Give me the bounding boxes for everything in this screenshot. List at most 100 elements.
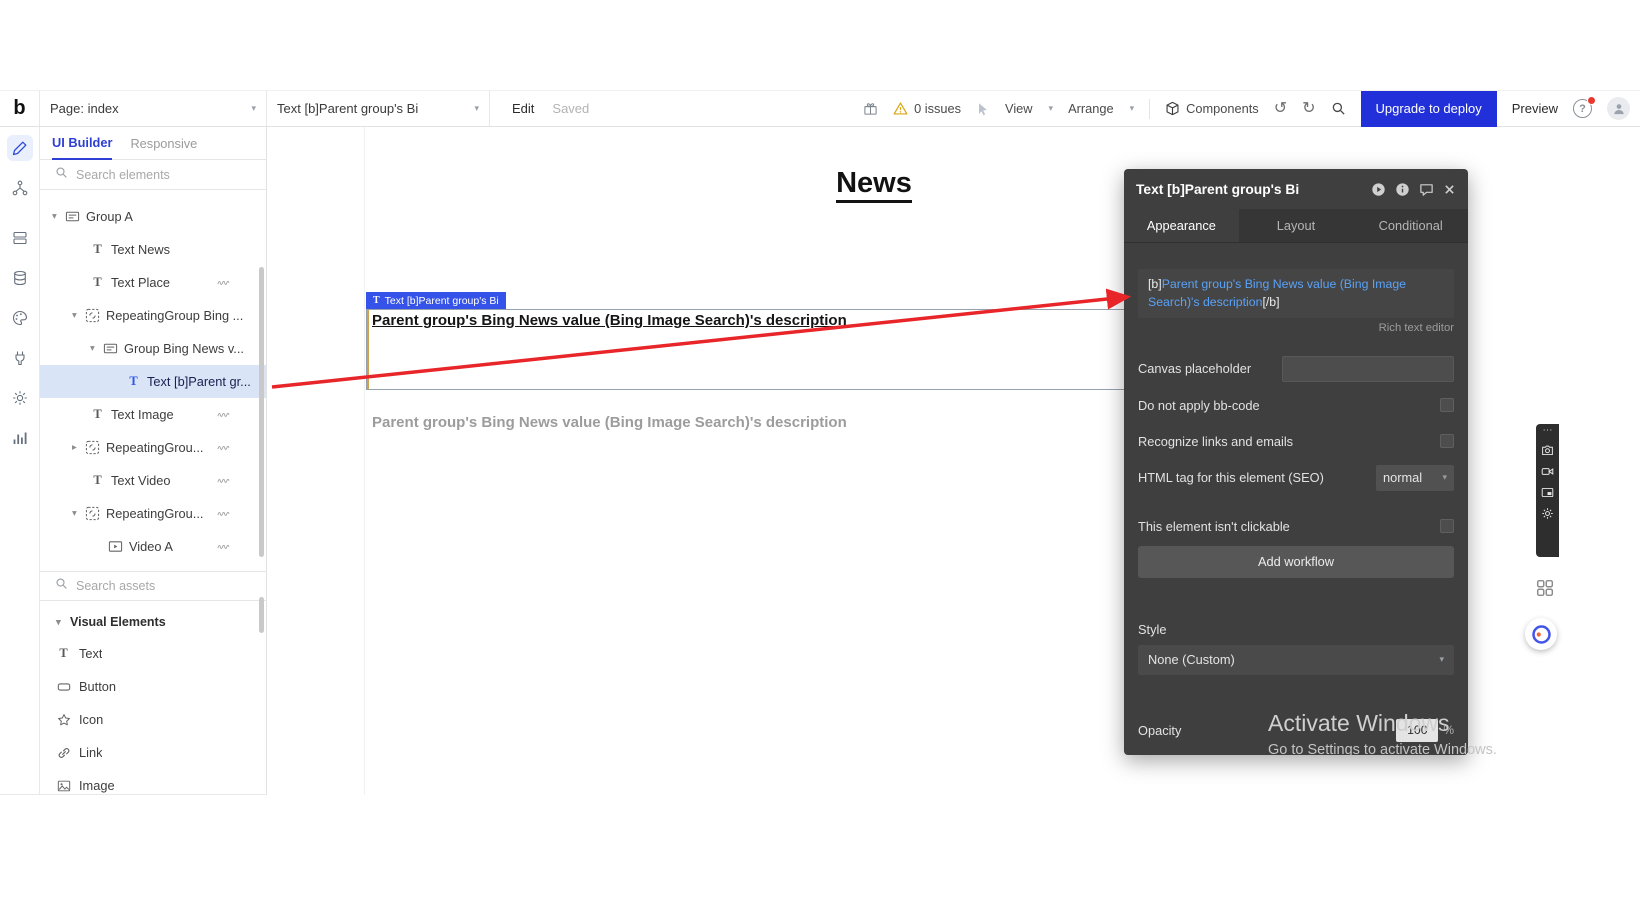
search-assets-input[interactable]: [76, 579, 236, 593]
capture-settings-icon[interactable]: [1541, 507, 1554, 520]
warning-icon: [893, 101, 908, 116]
style-section-label: Style: [1138, 622, 1454, 637]
search-icon[interactable]: [1331, 101, 1346, 116]
logs-tab-icon[interactable]: [7, 425, 33, 451]
comment-icon[interactable]: [1419, 182, 1434, 197]
design-tab-icon[interactable]: [7, 135, 33, 161]
tree-item-text-parent-group-selected[interactable]: T Text [b]Parent gr...: [40, 365, 266, 398]
tree-item-text-news[interactable]: T Text News: [40, 233, 266, 266]
tab-ui-builder[interactable]: UI Builder: [52, 135, 112, 160]
tree-item-group-bing-news[interactable]: ▾ Group Bing News v...: [40, 332, 266, 365]
components-button[interactable]: Components: [1165, 101, 1259, 116]
rich-text-editor-field[interactable]: [b]Parent group's Bing News value (Bing …: [1138, 269, 1454, 318]
dynamic-data-icon: [217, 509, 232, 518]
tree-item-repeatinggroup-3[interactable]: ▾ RepeatingGrou...: [40, 497, 266, 530]
left-icon-strip: [0, 127, 40, 795]
tree-scrollbar[interactable]: [259, 267, 264, 557]
chevron-right-icon[interactable]: ▸: [72, 442, 85, 453]
undo-icon[interactable]: ↺: [1274, 101, 1287, 117]
edit-mode-label[interactable]: Edit: [512, 101, 534, 116]
chevron-down-icon: ▾: [1436, 472, 1447, 483]
tab-responsive[interactable]: Responsive: [130, 136, 197, 159]
selected-text-element[interactable]: Parent group's Bing News value (Bing Ima…: [366, 309, 1156, 390]
repeating-group-icon: [85, 308, 100, 323]
upgrade-to-deploy-button[interactable]: Upgrade to deploy: [1361, 91, 1497, 127]
tree-item-group-a[interactable]: ▾ Group A: [40, 200, 266, 233]
palette-item-link[interactable]: Link: [40, 736, 266, 769]
canvas-placeholder-input[interactable]: [1282, 356, 1454, 382]
text-element-icon: T: [126, 374, 141, 389]
bb-code-row: Do not apply bb-code: [1138, 398, 1454, 413]
arrange-menu[interactable]: Arrange ▾: [1068, 101, 1134, 116]
cursor-tool-icon[interactable]: [976, 102, 990, 116]
chevron-down-icon[interactable]: ▾: [72, 508, 85, 519]
palette-item-image[interactable]: Image: [40, 769, 266, 802]
tree-item-text-place[interactable]: T Text Place: [40, 266, 266, 299]
tree-item-text-video[interactable]: T Text Video: [40, 464, 266, 497]
tree-item-repeatinggroup-bing[interactable]: ▾ RepeatingGroup Bing ...: [40, 299, 266, 332]
screen-record-icon[interactable]: [1541, 465, 1554, 478]
dynamic-data-icon: [217, 443, 232, 452]
rich-text-editor-caption[interactable]: Rich text editor: [1138, 322, 1454, 334]
drag-handle-icon[interactable]: ⋯: [1543, 426, 1553, 436]
element-selector[interactable]: Text [b]Parent group's Bi ▾: [267, 91, 490, 126]
opacity-input[interactable]: [1396, 719, 1438, 742]
grid-menu-icon[interactable]: [1536, 579, 1554, 597]
text-element-icon: T: [90, 275, 105, 290]
property-editor-header[interactable]: Text [b]Parent group's Bi: [1124, 169, 1468, 209]
text-element-placeholder[interactable]: Parent group's Bing News value (Bing Ima…: [372, 414, 847, 431]
tree-item-repeatinggroup-2[interactable]: ▸ RepeatingGrou...: [40, 431, 266, 464]
palette-item-text[interactable]: T Text: [40, 637, 266, 670]
palette-item-icon[interactable]: Icon: [40, 703, 266, 736]
chevron-down-icon[interactable]: ▾: [52, 211, 65, 222]
settings-tab-icon[interactable]: [7, 385, 33, 411]
help-button[interactable]: ?: [1573, 99, 1592, 118]
recognize-links-checkbox[interactable]: [1440, 434, 1454, 448]
tree-item-video-a[interactable]: Video A: [40, 530, 266, 563]
page-selector[interactable]: Page: index ▾: [40, 91, 267, 126]
recognize-links-row: Recognize links and emails: [1138, 434, 1454, 449]
chat-logo-icon: [1531, 624, 1552, 645]
chevron-down-icon: ▾: [56, 617, 70, 628]
style-select[interactable]: None (Custom) ▾: [1138, 645, 1454, 675]
bb-code-checkbox[interactable]: [1440, 398, 1454, 412]
redo-icon[interactable]: ↻: [1302, 101, 1315, 117]
text-element-icon: T: [90, 242, 105, 257]
database-tab-icon[interactable]: [7, 265, 33, 291]
chevron-down-icon[interactable]: ▾: [90, 343, 103, 354]
assets-scrollbar[interactable]: [259, 597, 264, 633]
screenshot-icon[interactable]: [1541, 444, 1554, 457]
close-icon[interactable]: [1443, 183, 1456, 196]
visual-elements-header[interactable]: ▾ Visual Elements: [40, 607, 266, 637]
divider: [1149, 99, 1150, 119]
info-icon[interactable]: [1395, 182, 1410, 197]
not-clickable-checkbox[interactable]: [1440, 519, 1454, 533]
workflow-tab-icon[interactable]: [7, 175, 33, 201]
run-workflow-icon[interactable]: [1371, 182, 1386, 197]
editor-topbar: b Page: index ▾ Text [b]Parent group's B…: [0, 90, 1640, 127]
search-elements-input[interactable]: [76, 168, 236, 182]
gift-icon[interactable]: [863, 101, 878, 116]
tab-layout[interactable]: Layout: [1239, 209, 1354, 242]
bubble-logo[interactable]: b: [0, 91, 40, 126]
group-icon: [65, 209, 80, 224]
chevron-down-icon[interactable]: ▾: [72, 310, 85, 321]
preview-button[interactable]: Preview: [1512, 101, 1558, 116]
html-tag-select[interactable]: normal ▾: [1376, 465, 1454, 491]
add-workflow-button[interactable]: Add workflow: [1138, 546, 1454, 578]
property-editor-tabs: Appearance Layout Conditional: [1124, 209, 1468, 243]
video-element-icon: [108, 539, 123, 554]
issues-indicator[interactable]: 0 issues: [893, 101, 961, 116]
tab-conditional[interactable]: Conditional: [1353, 209, 1468, 242]
tree-item-text-image[interactable]: T Text Image: [40, 398, 266, 431]
user-avatar[interactable]: [1607, 97, 1630, 120]
picture-in-picture-icon[interactable]: [1541, 486, 1554, 499]
styles-tab-icon[interactable]: [7, 305, 33, 331]
plugins-tab-icon[interactable]: [7, 345, 33, 371]
chat-widget-button[interactable]: [1525, 618, 1557, 650]
palette-item-button[interactable]: Button: [40, 670, 266, 703]
data-types-tab-icon[interactable]: [7, 225, 33, 251]
opacity-unit: %: [1443, 723, 1454, 737]
view-menu[interactable]: View ▾: [1005, 101, 1053, 116]
tab-appearance[interactable]: Appearance: [1124, 209, 1239, 242]
